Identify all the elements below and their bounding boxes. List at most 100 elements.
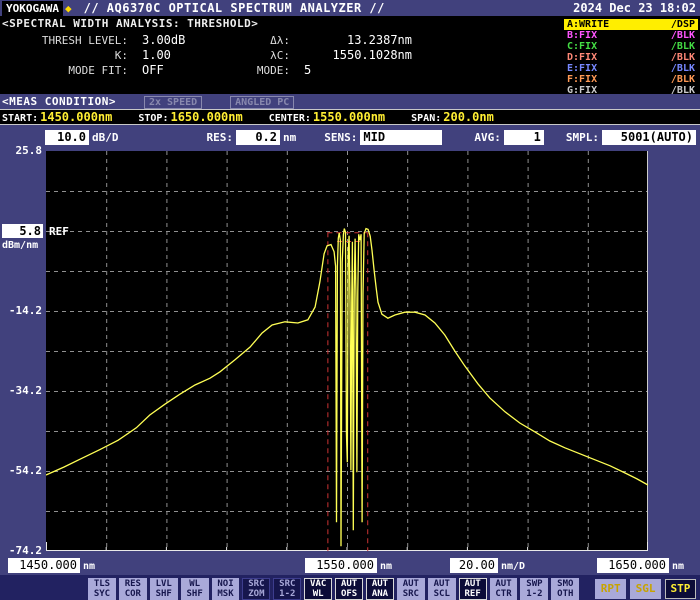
analysis-results: Δλ: 13.2387nm λC: 1550.1028nm MODE: 5 (232, 33, 412, 78)
softkey-aut-scl[interactable]: AUT SCL (427, 577, 456, 600)
x-scale-unit: nm/D (501, 561, 526, 572)
trace-name: D:FIX (567, 52, 598, 63)
title-bar: YOKOGAWA ◆ // AQ6370C OPTICAL SPECTRUM A… (0, 0, 700, 16)
stop-wl-field[interactable]: 1650.000 (597, 558, 669, 573)
softkey-line2: SYC (93, 588, 111, 599)
softkey-aut-src[interactable]: AUT SRC (396, 577, 425, 600)
softkey-vac-wl[interactable]: VAC WL (304, 577, 333, 600)
trace-name: E:FIX (567, 63, 598, 74)
x-scale-item: 20.00 nm/D (450, 558, 525, 573)
trace-display-mode: /BLK (670, 74, 695, 85)
analysis-param-row: THRESH LEVEL: 3.00dB (0, 33, 230, 48)
trace-display-mode: /BLK (670, 52, 695, 63)
res-field[interactable]: 0.2 (236, 129, 280, 145)
trace-display-mode: /BLK (670, 41, 695, 52)
softkey-line1: LVL (155, 578, 172, 589)
trace-row[interactable]: A:WRITE/DSP (564, 19, 698, 30)
sweep-stp-button[interactable]: STP (665, 578, 696, 599)
level-scale-field[interactable]: 10.0 (45, 129, 89, 145)
trace-row[interactable]: D:FIX/BLK (564, 52, 698, 63)
trace-row[interactable]: B:FIX/BLK (564, 30, 698, 41)
softkey-src-1-2[interactable]: SRC 1-2 (273, 577, 302, 600)
trace-row[interactable]: F:FIX/BLK (564, 74, 698, 85)
range-label: CENTER: (268, 113, 311, 124)
x-center-unit: nm (380, 561, 393, 572)
sweep-rpt-button[interactable]: RPT (595, 578, 627, 599)
softkey-res-cor[interactable]: RES COR (118, 577, 147, 600)
range-value[interactable]: 1450.000nm (40, 110, 112, 124)
param-value[interactable]: OFF (142, 63, 164, 78)
softkey-line2: 1-2 (526, 588, 543, 599)
x-start-item: 1450.000 nm (8, 558, 95, 573)
ref-level-field[interactable]: 5.8 (2, 224, 43, 238)
range-label: START: (2, 113, 39, 124)
meas-condition-row: <MEAS CONDITION> 2x SPEED ANGLED PC (0, 94, 700, 109)
start-wl-field[interactable]: 1450.000 (8, 558, 80, 573)
trace-name: G:FIX (567, 85, 598, 96)
softkey-aut-ofs[interactable]: AUT OFS (335, 577, 364, 600)
softkey-line1: AUT (402, 578, 419, 589)
res-unit: nm (283, 130, 297, 144)
range-field: SPAN: 200.0nm (411, 110, 494, 124)
range-value[interactable]: 200.0nm (443, 110, 494, 124)
brand-diamond-icon: ◆ (64, 1, 72, 15)
trace-row[interactable]: G:FIX/BLK (564, 85, 698, 96)
plot-region: 25.8 -14.2 -34.2 -54.2 -74.2 5.8 dBm/nm REF (0, 144, 700, 557)
trace-row[interactable]: E:FIX/BLK (564, 63, 698, 74)
sweep-sgl-button[interactable]: SGL (630, 578, 662, 599)
softkey-line2: 1-2 (279, 588, 296, 599)
avg-field[interactable]: 1 (503, 129, 544, 145)
smpl-field[interactable]: 5001(AUTO) (602, 129, 696, 145)
y-axis-tick-label: -34.2 (8, 384, 42, 397)
softkey-line2: SHF (186, 588, 203, 599)
level-scale-unit: dB/D (92, 130, 119, 144)
x-scale-field[interactable]: 20.00 (450, 558, 498, 573)
param-value[interactable]: 3.00dB (142, 33, 185, 48)
trace-name: F:FIX (567, 74, 598, 85)
analysis-panel: <SPECTRAL WIDTH ANALYSIS: THRESHOLD> THR… (0, 16, 700, 96)
sens-field[interactable]: MID (360, 129, 443, 145)
softkey-line1: VAC (310, 578, 327, 589)
result-value: 5 (304, 63, 312, 77)
softkey-line1: AUT (464, 578, 481, 589)
analysis-param-row: MODE FIT: OFF (0, 63, 230, 78)
x-axis-row: 1450.000 nm 1550.000 nm 20.00 nm/D 1650.… (0, 557, 700, 575)
trace-display-mode: /BLK (670, 30, 695, 41)
settings-row: 10.0 dB/D RES: 0.2 nm SENS: MID AVG: 1 S… (0, 125, 700, 149)
softkey-line2: SRC (402, 588, 419, 599)
result-value: 13.2387nm (346, 33, 412, 47)
softkey-lvl-shf[interactable]: LVL SHF (149, 577, 178, 600)
softkey-smo-oth[interactable]: SMO OTH (551, 577, 580, 600)
range-value[interactable]: 1550.000nm (313, 110, 385, 124)
softkey-line2: OTH (557, 588, 574, 599)
softkey-line2: SHF (155, 588, 172, 599)
softkey-noi-msk[interactable]: NOI MSK (211, 577, 240, 600)
wavelength-range-strip: START: 1450.000nm STOP: 1650.000nm CENTER: 15… (0, 109, 700, 125)
param-label: THRESH LEVEL: (41, 34, 128, 47)
range-field: CENTER: 1550.000nm (269, 110, 385, 124)
softkey-line1: RES (124, 578, 141, 589)
center-wl-field[interactable]: 1550.000 (305, 558, 377, 573)
analysis-result-row: MODE: 5 (232, 63, 412, 78)
x-center-item: 1550.000 nm (305, 558, 392, 573)
y-axis-tick-label: -54.2 (8, 464, 42, 477)
avg-label: AVG: (474, 130, 501, 144)
softkey-wl-shf[interactable]: WL SHF (180, 577, 209, 600)
softkey-tls-syc[interactable]: TLS SYC (88, 577, 116, 600)
x-stop-item: 1650.000 nm (597, 558, 684, 573)
softkey-aut-ref[interactable]: AUT REF (458, 577, 487, 600)
softkey-swp-1-2[interactable]: SWP 1-2 (520, 577, 549, 600)
param-value[interactable]: 1.00 (142, 48, 171, 63)
softkey-aut-ctr[interactable]: AUT CTR (489, 577, 518, 600)
trace-display-mode: /BLK (670, 85, 695, 96)
trace-name: B:FIX (567, 30, 598, 41)
range-label: STOP: (138, 113, 169, 124)
softkey-line1: AUT (495, 578, 512, 589)
softkey-src-zom[interactable]: SRC ZOM (242, 577, 271, 600)
meas-badge: ANGLED PC (230, 96, 295, 109)
smpl-label: SMPL: (565, 130, 599, 144)
trace-row[interactable]: C:FIX/BLK (564, 41, 698, 52)
range-value[interactable]: 1650.000nm (170, 110, 242, 124)
softkey-aut-ana[interactable]: AUT ANA (366, 577, 394, 600)
yokogawa-logo: YOKOGAWA (2, 0, 63, 16)
